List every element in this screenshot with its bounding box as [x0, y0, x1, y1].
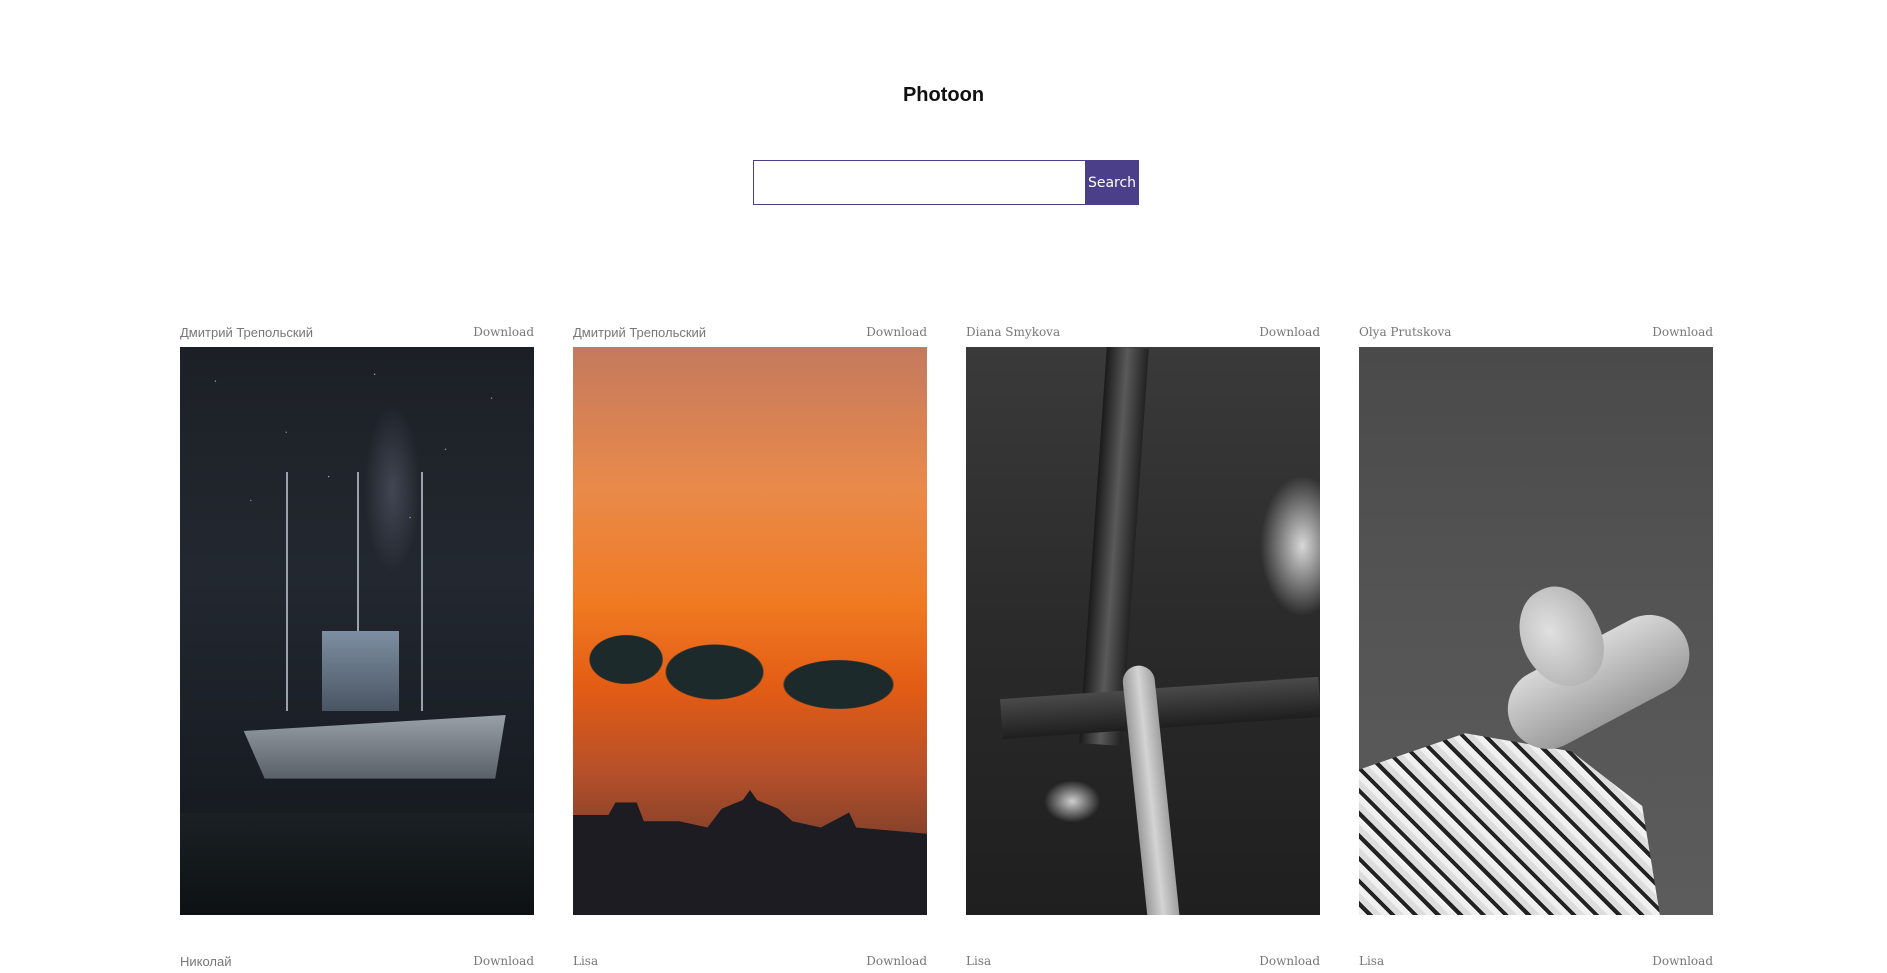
photo-meta: Lisa Download	[573, 953, 927, 969]
photo-grid: Дмитрий Трепольский Download Дмитрий Тре…	[180, 324, 1713, 973]
photo-meta: Дмитрий Трепольский Download	[573, 324, 927, 340]
tree-branch	[1000, 676, 1320, 739]
patterned-shirt	[1359, 733, 1660, 915]
photo-image[interactable]	[1359, 347, 1713, 915]
photo-meta: Дмитрий Трепольский Download	[180, 324, 534, 340]
download-link[interactable]: Download	[1652, 954, 1713, 968]
photo-card: Дмитрий Трепольский Download	[180, 324, 534, 915]
photo-author[interactable]: Николай	[180, 954, 232, 969]
download-link[interactable]: Download	[866, 325, 927, 339]
photo-author[interactable]: Lisa	[1359, 954, 1384, 968]
search-button[interactable]: Search	[1085, 160, 1139, 205]
photo-author[interactable]: Olya Prutskova	[1359, 325, 1451, 339]
photo-author[interactable]: Diana Smykova	[966, 325, 1060, 339]
download-link[interactable]: Download	[1259, 325, 1320, 339]
ship-superstructure	[321, 631, 400, 711]
photo-author[interactable]: Дмитрий Трепольский	[573, 325, 706, 340]
ship-hull	[243, 715, 506, 779]
photo-image[interactable]	[966, 347, 1320, 915]
photo-author[interactable]: Lisa	[573, 954, 598, 968]
photo-card: Lisa Download	[966, 953, 1320, 973]
photo-meta: Lisa Download	[966, 953, 1320, 969]
page-title: Photoon	[902, 84, 985, 106]
photo-author[interactable]: Lisa	[966, 954, 991, 968]
smoke-cloud	[573, 596, 927, 722]
photo-meta: Olya Prutskova Download	[1359, 324, 1713, 340]
photo-card: Diana Smykova Download	[966, 324, 1320, 915]
download-link[interactable]: Download	[473, 325, 534, 339]
download-link[interactable]: Download	[866, 954, 927, 968]
water	[180, 812, 534, 915]
search-form: Search	[753, 160, 1139, 205]
ship-mast	[420, 471, 423, 711]
ship-mast	[286, 471, 289, 711]
photo-meta: Lisa Download	[1359, 953, 1713, 969]
photo-image[interactable]	[180, 347, 534, 915]
photo-image[interactable]	[573, 347, 927, 915]
download-link[interactable]: Download	[1652, 325, 1713, 339]
photo-author[interactable]: Дмитрий Трепольский	[180, 325, 313, 340]
photo-card: Николай Download	[180, 953, 534, 973]
page: Photoon Search Дмитрий Трепольский Downl…	[0, 0, 1887, 973]
download-link[interactable]: Download	[473, 954, 534, 968]
photo-card: Lisa Download	[1359, 953, 1713, 973]
photo-card: Дмитрий Трепольский Download	[573, 324, 927, 915]
photo-card: Olya Prutskova Download	[1359, 324, 1713, 915]
photo-meta: Николай Download	[180, 953, 534, 969]
photo-meta: Diana Smykova Download	[966, 324, 1320, 340]
search-input[interactable]	[753, 160, 1085, 205]
cathedral-skyline	[573, 790, 927, 915]
photo-card: Lisa Download	[573, 953, 927, 973]
download-link[interactable]: Download	[1259, 954, 1320, 968]
